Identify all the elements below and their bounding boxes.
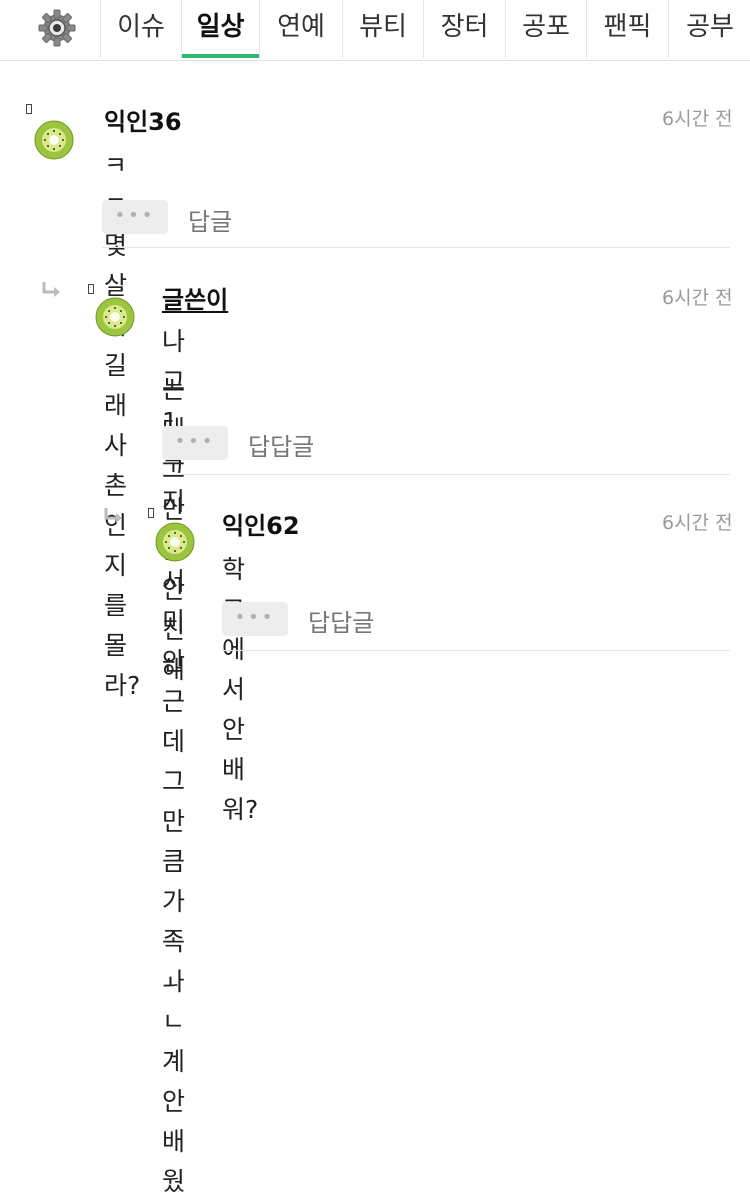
reply-button[interactable]: 답답글 (248, 427, 314, 462)
more-options-button[interactable]: ••• (222, 602, 288, 636)
status-marker (148, 508, 154, 518)
reply-button[interactable]: 답답글 (308, 603, 374, 638)
tab-study[interactable]: 공부 (668, 0, 750, 58)
tab-fanfic[interactable]: 팬픽 (586, 0, 668, 58)
gear-icon[interactable] (37, 8, 77, 48)
divider (162, 474, 730, 475)
kiwi-avatar-icon (95, 297, 135, 337)
reply-arrow-icon (104, 508, 122, 523)
divider (222, 650, 730, 651)
reply-arrow-icon (42, 282, 60, 297)
more-options-button[interactable]: ••• (162, 426, 228, 460)
comment-text: 학교에서 안 배워? (222, 555, 259, 824)
kiwi-avatar-icon (155, 522, 195, 562)
tab-daily[interactable]: 일상 (181, 0, 259, 58)
more-options-button[interactable]: ••• (102, 200, 168, 234)
timestamp: 6시간 전 (662, 108, 733, 130)
nickname[interactable]: 익인62 (222, 506, 300, 541)
nickname-author[interactable]: 글쓴이 (162, 280, 228, 315)
status-marker (88, 284, 94, 294)
divider (102, 247, 730, 248)
tab-entertainment[interactable]: 연예 (259, 0, 342, 58)
reply-button[interactable]: 답글 (188, 202, 232, 237)
tab-market[interactable]: 장터 (423, 0, 505, 58)
tab-beauty[interactable]: 뷰티 (342, 0, 423, 58)
top-tab-bar: 이슈 일상 연예 뷰티 장터 공포 팬픽 공부 (0, 0, 750, 61)
kiwi-avatar-icon (34, 120, 74, 160)
timestamp: 6시간 전 (662, 287, 733, 309)
tab-issue[interactable]: 이슈 (100, 0, 181, 58)
tab-horror[interactable]: 공포 (505, 0, 586, 58)
timestamp: 6시간 전 (662, 512, 733, 534)
nickname[interactable]: 익인36 (104, 102, 182, 137)
status-marker (26, 104, 32, 114)
